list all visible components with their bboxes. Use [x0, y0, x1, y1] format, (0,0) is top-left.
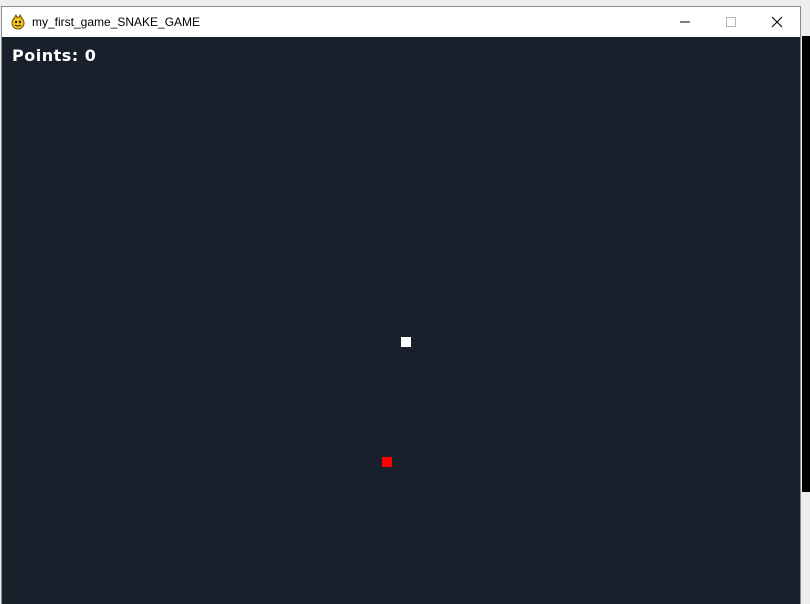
score-label: Points: 0: [12, 46, 97, 65]
close-icon: [771, 13, 783, 32]
title-bar[interactable]: my_first_game_SNAKE_GAME: [2, 7, 800, 37]
maximize-button[interactable]: [708, 7, 754, 37]
minimize-icon: [679, 13, 691, 32]
close-button[interactable]: [754, 7, 800, 37]
window-controls: [662, 7, 800, 37]
snake-head: [401, 337, 411, 347]
pygame-snake-icon: [10, 13, 26, 30]
minimize-button[interactable]: [662, 7, 708, 37]
maximize-icon: [725, 13, 737, 32]
food-pellet: [382, 457, 392, 467]
background-window-edge: [802, 36, 810, 492]
desktop: my_first_game_SNAKE_GAME Points: 0: [0, 0, 810, 604]
game-canvas[interactable]: Points: 0: [2, 37, 800, 604]
window-title: my_first_game_SNAKE_GAME: [32, 15, 201, 29]
game-window: my_first_game_SNAKE_GAME Points: 0: [1, 6, 801, 604]
